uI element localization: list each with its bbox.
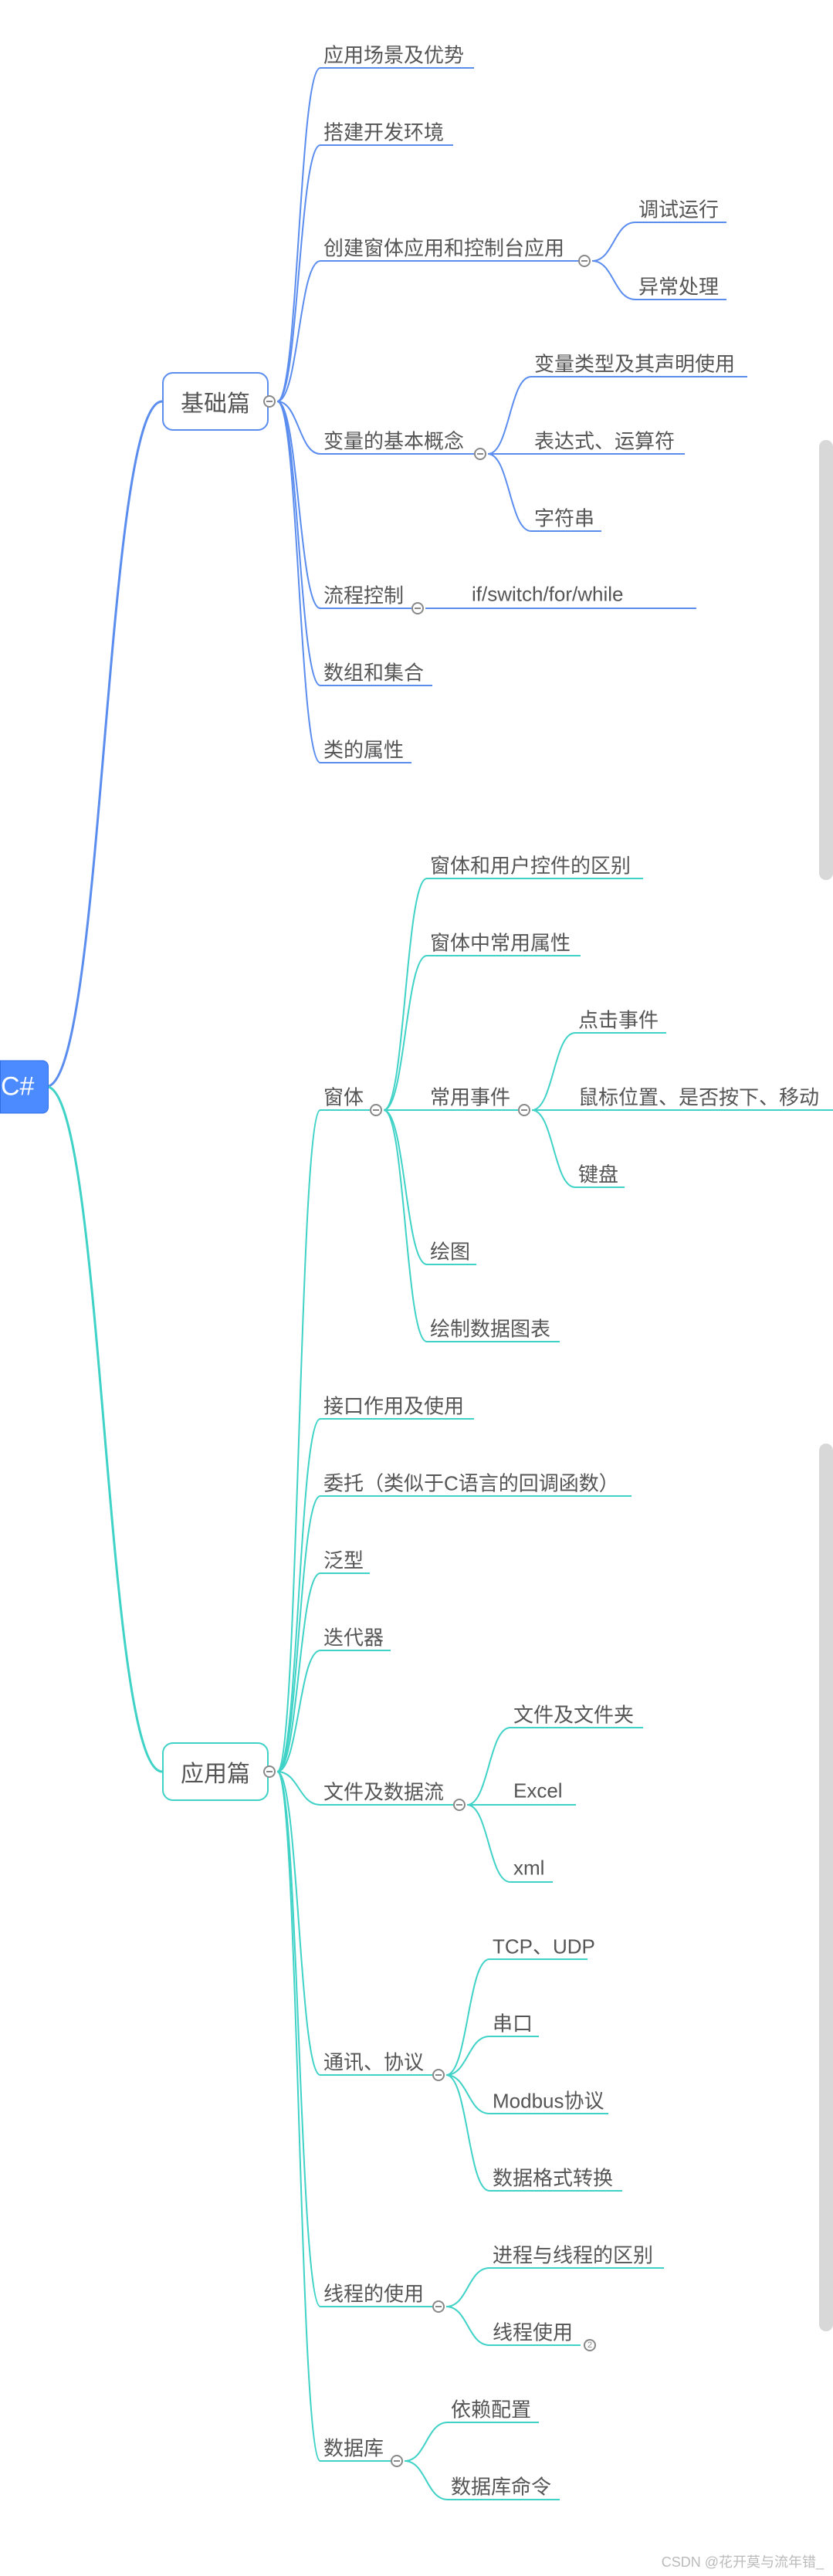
branch-node[interactable]: 基础篇 <box>162 372 269 431</box>
collapse-toggle[interactable] <box>474 448 486 460</box>
topic-node[interactable]: Modbus协议 <box>493 2084 604 2116</box>
topic-node[interactable]: Excel <box>513 1778 563 1805</box>
topic-node[interactable]: 字符串 <box>534 502 594 533</box>
collapse-toggle[interactable] <box>453 1799 466 1811</box>
watermark: CSDN @花开莫与流年错_ <box>662 2551 824 2571</box>
scrollbar-thumb[interactable] <box>819 440 833 880</box>
topic-node[interactable]: 调试运行 <box>638 193 719 225</box>
topic-node[interactable]: 数据库命令 <box>451 2470 551 2502</box>
root-node[interactable]: C# <box>0 1060 49 1113</box>
topic-node[interactable]: 键盘 <box>578 1158 618 1190</box>
topic-node[interactable]: 数组和集合 <box>323 656 424 688</box>
topic-node[interactable]: 变量的基本概念 <box>323 425 464 456</box>
topic-node[interactable]: 数据库 <box>323 2432 384 2463</box>
topic-node[interactable]: 点击事件 <box>578 1004 659 1035</box>
topic-node[interactable]: 绘图 <box>430 1235 470 1267</box>
branch-node[interactable]: 应用篇 <box>162 1742 269 1801</box>
collapse-toggle[interactable] <box>263 1765 276 1778</box>
mindmap[interactable]: CSDN @花开莫与流年错_ C# 基础篇 应用场景及优势搭建开发环境创建窗体应用和… <box>0 0 833 2576</box>
collapse-toggle[interactable] <box>432 2300 445 2313</box>
topic-node[interactable]: 窗体中常用属性 <box>430 926 571 958</box>
topic-node[interactable]: 创建窗体应用和控制台应用 <box>323 232 564 263</box>
topic-node[interactable]: 流程控制 <box>323 579 404 611</box>
topic-node[interactable]: 数据格式转换 <box>493 2161 613 2193</box>
collapse-toggle[interactable] <box>391 2455 403 2467</box>
topic-node[interactable]: if/switch/for/while <box>472 581 624 608</box>
count-badge: 2 <box>584 2339 596 2351</box>
topic-node[interactable]: 线程的使用 <box>323 2277 424 2309</box>
scrollbar-thumb[interactable] <box>819 1444 833 2331</box>
topic-node[interactable]: 异常处理 <box>638 270 719 302</box>
topic-node[interactable]: 表达式、运算符 <box>534 425 675 456</box>
topic-node[interactable]: 进程与线程的区别 <box>493 2239 653 2270</box>
collapse-toggle[interactable] <box>518 1104 530 1116</box>
collapse-toggle[interactable] <box>263 395 276 408</box>
topic-node[interactable]: 接口作用及使用 <box>323 1390 464 1421</box>
topic-node[interactable]: 窗体和用户控件的区别 <box>430 849 631 881</box>
topic-node[interactable]: 类的属性 <box>323 733 404 765</box>
topic-node[interactable]: 文件及数据流 <box>323 1775 444 1807</box>
topic-node[interactable]: 应用场景及优势 <box>323 39 464 70</box>
topic-node[interactable]: 线程使用 <box>493 2316 573 2348</box>
collapse-toggle[interactable] <box>578 255 591 267</box>
topic-node[interactable]: xml <box>513 1855 544 1882</box>
topic-node[interactable]: 常用事件 <box>430 1081 510 1112</box>
collapse-toggle[interactable] <box>411 602 424 614</box>
topic-node[interactable]: 绘制数据图表 <box>430 1312 550 1344</box>
collapse-toggle[interactable] <box>432 2069 445 2081</box>
topic-node[interactable]: 文件及文件夹 <box>513 1698 634 1730</box>
topic-node[interactable]: 通讯、协议 <box>323 2046 424 2077</box>
topic-node[interactable]: TCP、UDP <box>493 1930 595 1962</box>
topic-node[interactable]: 窗体 <box>323 1081 364 1112</box>
topic-node[interactable]: 迭代器 <box>323 1621 384 1653</box>
topic-node[interactable]: 委托（类似于C语言的回调函数） <box>323 1467 619 1498</box>
topic-node[interactable]: 鼠标位置、是否按下、移动 <box>578 1081 819 1112</box>
topic-node[interactable]: 泛型 <box>323 1544 364 1576</box>
collapse-toggle[interactable] <box>370 1104 382 1116</box>
topic-node[interactable]: 变量类型及其声明使用 <box>534 347 735 379</box>
topic-node[interactable]: 依赖配置 <box>451 2393 531 2425</box>
topic-node[interactable]: 串口 <box>493 2007 533 2039</box>
topic-node[interactable]: 搭建开发环境 <box>323 116 444 147</box>
